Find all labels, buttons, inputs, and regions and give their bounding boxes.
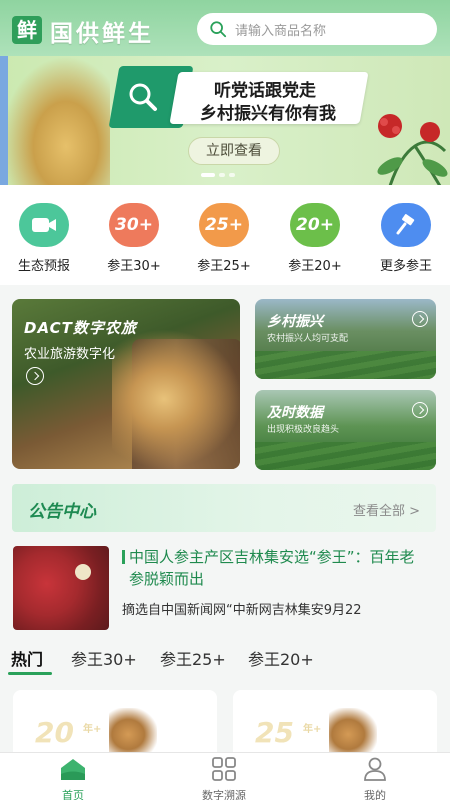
banner-slogan-card: 听党话跟党走 乡村振兴有你有我 [108, 66, 369, 130]
tab-ginseng-25[interactable]: 参王25+ [160, 646, 226, 670]
arrow-right-icon [412, 402, 428, 418]
banner-carousel[interactable]: 听党话跟党走 乡村振兴有你有我 立即查看 [0, 56, 450, 185]
timely-data-card[interactable]: 及时数据 出现积极改良趋头 [255, 390, 436, 470]
product-card[interactable]: 25 年+ [233, 690, 437, 752]
category-label: 更多参王 [379, 259, 432, 274]
tab-hot[interactable]: 热门 [11, 646, 43, 670]
tab-ginseng-20[interactable]: 参王20+ [248, 646, 314, 670]
nav-label: 我的 [364, 789, 386, 800]
badge-25-icon: 25+ [199, 203, 249, 247]
notice-header: 公告中心 查看全部 > [12, 484, 436, 532]
category-ginseng-30[interactable]: 30+ 参王30+ [98, 203, 170, 274]
ginseng-image [112, 329, 240, 469]
magnifier-icon [129, 83, 157, 111]
category-label: 参王25+ [197, 259, 251, 274]
view-now-button[interactable]: 立即查看 [188, 137, 280, 165]
card-title: 乡村振兴 [267, 314, 323, 330]
category-bar: 生态预报 30+ 参王30+ 25+ 参王25+ 20+ 参王20+ 更多参王 [0, 185, 450, 285]
flower-decoration [377, 114, 448, 185]
app-logo: 鲜 [12, 16, 42, 44]
product-badge-suffix: 年+ [303, 724, 322, 735]
news-item[interactable]: 中国人参主产区吉林集安选“参王”：百年老参脱颖而出 摘选自中国新闻网“中新网吉林… [0, 540, 450, 636]
card-title: DACT数字农旅 [24, 319, 137, 337]
search-placeholder: 请输入商品名称 [235, 23, 327, 39]
news-title: 中国人参主产区吉林集安选“参王”：百年老参脱颖而出 [129, 548, 415, 588]
hammer-icon [381, 203, 431, 247]
card-subtitle: 农村振兴人均可支配 [267, 334, 349, 344]
notice-title: 公告中心 [28, 502, 96, 522]
card-title: 及时数据 [267, 405, 323, 421]
news-source: 摘选自中国新闻网“中新网吉林集安9月22 [122, 603, 362, 618]
ginseng-image [109, 708, 157, 752]
badge-30-icon: 30+ [109, 203, 159, 247]
nav-label: 首页 [62, 789, 84, 800]
arrow-right-icon [412, 311, 428, 327]
grid-icon [212, 757, 236, 781]
home-icon [61, 759, 85, 780]
feature-section: DACT数字农旅 农业旅游数字化 乡村振兴 农村振兴人均可支配 及时数据 出现积… [0, 285, 450, 485]
product-badge-suffix: 年+ [83, 724, 102, 735]
badge-20-icon: 20+ [290, 203, 340, 247]
app-title: 国供鲜生 [50, 21, 154, 47]
search-icon [210, 21, 227, 38]
ginseng-image [329, 708, 377, 752]
category-label: 参王20+ [288, 259, 342, 274]
product-badge: 20 [35, 716, 74, 749]
product-list: 20 年+ 25 年+ [0, 686, 450, 752]
nav-profile[interactable]: 我的 [325, 757, 425, 800]
bottom-nav: 首页 数字溯源 我的 [0, 752, 450, 800]
header: 鲜 国供鲜生 请输入商品名称 听党话跟党走 乡村振兴有你有我 立即查看 [0, 0, 450, 185]
product-tabs: 热门 参王30+ 参王25+ 参王20+ [0, 642, 450, 676]
tab-ginseng-30[interactable]: 参王30+ [71, 646, 137, 670]
category-ginseng-25[interactable]: 25+ 参王25+ [188, 203, 260, 274]
ginseng-image [0, 56, 110, 185]
rural-revitalization-card[interactable]: 乡村振兴 农村振兴人均可支配 [255, 299, 436, 379]
active-tab-indicator [8, 672, 52, 675]
product-card[interactable]: 20 年+ [13, 690, 217, 752]
video-camera-icon [19, 203, 69, 247]
category-ginseng-20[interactable]: 20+ 参王20+ [279, 203, 351, 274]
news-thumbnail [13, 546, 109, 630]
digital-agritourism-card[interactable]: DACT数字农旅 农业旅游数字化 [12, 299, 240, 469]
banner-line-1: 听党话跟党走 [214, 81, 316, 101]
category-ecology-forecast[interactable]: 生态预报 [8, 203, 80, 274]
card-subtitle: 出现积极改良趋头 [267, 425, 340, 435]
nav-digital-trace[interactable]: 数字溯源 [174, 757, 274, 800]
product-badge: 25 [255, 716, 294, 749]
nav-label: 数字溯源 [202, 789, 246, 800]
card-subtitle: 农业旅游数字化 [24, 347, 116, 362]
user-icon [364, 757, 386, 781]
banner-line-2: 乡村振兴有你有我 [200, 104, 336, 124]
category-label: 生态预报 [17, 259, 70, 274]
category-label: 参王30+ [107, 259, 161, 274]
nav-home[interactable]: 首页 [23, 757, 123, 800]
carousel-indicator [201, 173, 235, 177]
view-all-link[interactable]: 查看全部 > [353, 500, 420, 519]
category-more-ginseng[interactable]: 更多参王 [370, 203, 442, 274]
arrow-right-icon [26, 367, 44, 385]
search-input[interactable]: 请输入商品名称 [197, 13, 437, 45]
